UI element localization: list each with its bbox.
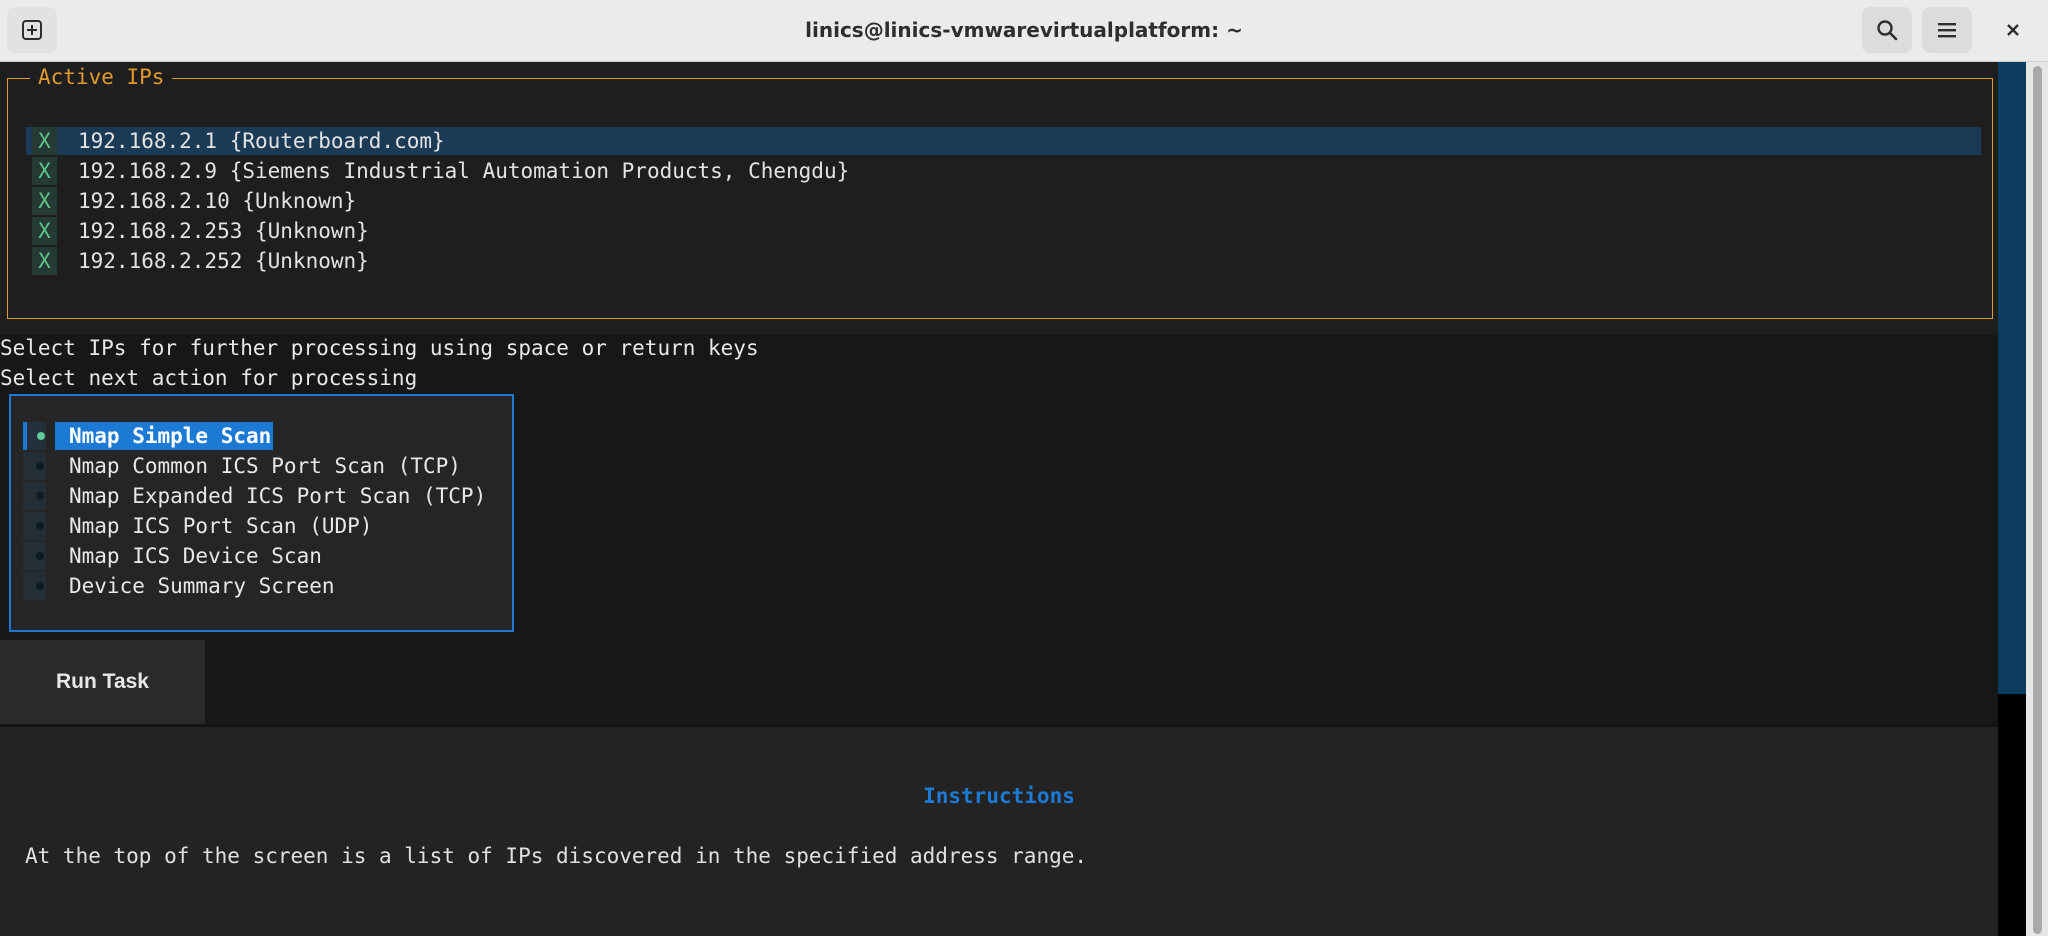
scrollbar-thumb[interactable] bbox=[2033, 66, 2042, 934]
window-titlebar: linics@linics-vmwarevirtualplatform: ~ bbox=[0, 0, 2048, 62]
select-ips-prompt: Select IPs for further processing using … bbox=[0, 336, 759, 360]
action-list-item[interactable]: Nmap Common ICS Port Scan (TCP) bbox=[23, 452, 503, 480]
ip-selected-mark[interactable]: X bbox=[32, 217, 57, 245]
action-list-item-label: Nmap Common ICS Port Scan (TCP) bbox=[69, 454, 461, 478]
search-icon bbox=[1877, 20, 1898, 41]
terminal-scrollbar[interactable] bbox=[1998, 62, 2048, 936]
radio-marker bbox=[23, 572, 46, 600]
radio-marker bbox=[23, 452, 46, 480]
action-list-item[interactable]: Nmap ICS Device Scan bbox=[23, 542, 503, 570]
ip-list-item-label: 192.168.2.10 {Unknown} bbox=[78, 189, 357, 213]
ip-list-item[interactable]: X 192.168.2.1 {Routerboard.com} bbox=[26, 127, 1981, 155]
ip-list-item[interactable]: X 192.168.2.253 {Unknown} bbox=[26, 217, 1981, 245]
panel-divider bbox=[0, 724, 1998, 727]
radio-selected-marker bbox=[23, 422, 46, 450]
run-task-button[interactable]: Run Task bbox=[0, 640, 205, 724]
action-list-item[interactable]: Nmap ICS Port Scan (UDP) bbox=[23, 512, 503, 540]
ip-list-item[interactable]: X 192.168.2.10 {Unknown} bbox=[26, 187, 1981, 215]
radio-dot-icon bbox=[36, 582, 44, 590]
ip-selected-mark[interactable]: X bbox=[32, 187, 57, 215]
menu-button[interactable] bbox=[1922, 7, 1972, 53]
radio-marker bbox=[23, 542, 46, 570]
active-ips-title: Active IPs bbox=[30, 65, 173, 89]
instructions-title: Instructions bbox=[923, 784, 1075, 808]
close-window-button[interactable] bbox=[1990, 8, 2036, 52]
ip-list-item-label: 192.168.2.1 {Routerboard.com} bbox=[78, 129, 445, 153]
search-button[interactable] bbox=[1862, 7, 1912, 53]
radio-dot-icon bbox=[36, 462, 44, 470]
ip-selected-mark[interactable]: X bbox=[32, 157, 57, 185]
scroll-region-indicator bbox=[1998, 62, 2026, 694]
radio-dot-icon bbox=[36, 552, 44, 560]
hamburger-menu-icon bbox=[1938, 23, 1956, 38]
action-list-panel: Nmap Simple Scan Nmap Common ICS Port Sc… bbox=[9, 394, 514, 632]
radio-dot-icon bbox=[37, 432, 45, 440]
ip-selected-mark[interactable]: X bbox=[32, 127, 57, 155]
radio-dot-icon bbox=[36, 492, 44, 500]
radio-marker bbox=[23, 512, 46, 540]
radio-marker bbox=[23, 482, 46, 510]
instructions-panel bbox=[0, 724, 1998, 936]
active-ips-panel: Active IPs X 192.168.2.1 {Routerboard.co… bbox=[7, 65, 1993, 319]
ip-list-item-label: 192.168.2.253 {Unknown} bbox=[78, 219, 369, 243]
action-list-item-label: Nmap ICS Port Scan (UDP) bbox=[69, 514, 373, 538]
terminal-area: Active IPs X 192.168.2.1 {Routerboard.co… bbox=[0, 62, 1998, 936]
action-list-item-label: Nmap ICS Device Scan bbox=[69, 544, 322, 568]
ip-list-item-label: 192.168.2.252 {Unknown} bbox=[78, 249, 369, 273]
action-list-item[interactable]: Device Summary Screen bbox=[23, 572, 503, 600]
close-icon bbox=[2007, 24, 2019, 36]
ip-selected-mark[interactable]: X bbox=[32, 247, 57, 275]
instructions-text: At the top of the screen is a list of IP… bbox=[25, 844, 1088, 868]
action-list-item[interactable]: Nmap Simple Scan bbox=[23, 422, 503, 450]
action-list-item-label: Nmap Expanded ICS Port Scan (TCP) bbox=[69, 484, 487, 508]
ip-list-item[interactable]: X 192.168.2.9 {Siemens Industrial Automa… bbox=[26, 157, 1981, 185]
action-list-item-label: Device Summary Screen bbox=[69, 574, 335, 598]
action-list-item-label: Nmap Simple Scan bbox=[55, 422, 274, 450]
ip-list-item-label: 192.168.2.9 {Siemens Industrial Automati… bbox=[78, 159, 850, 183]
ip-list-item[interactable]: X 192.168.2.252 {Unknown} bbox=[26, 247, 1981, 275]
radio-dot-icon bbox=[36, 522, 44, 530]
select-action-prompt: Select next action for processing bbox=[0, 366, 418, 390]
action-list-item[interactable]: Nmap Expanded ICS Port Scan (TCP) bbox=[23, 482, 503, 510]
window-title: linics@linics-vmwarevirtualplatform: ~ bbox=[805, 18, 1243, 42]
